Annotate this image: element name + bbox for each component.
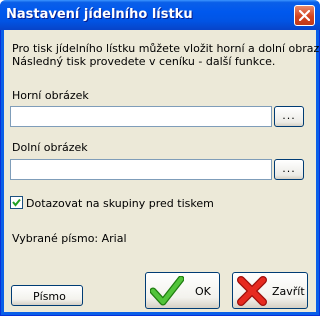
ask-groups-label[interactable]: Dotazovat na skupiny pred tiskem xyxy=(26,197,214,210)
font-info: Vybrané písmo: Arial xyxy=(12,232,127,245)
description-line-2: Následný tisk provedete v ceníku - další… xyxy=(12,55,276,68)
description-line-1: Pro tisk jídelního lístku můžete vložit … xyxy=(12,42,320,55)
ask-groups-checkbox[interactable] xyxy=(10,196,23,209)
title-bar[interactable]: Nastavení jídelního lístku xyxy=(0,0,320,30)
ok-button[interactable]: OK xyxy=(145,272,220,309)
bottom-image-browse-button[interactable]: ... xyxy=(274,159,304,180)
close-button[interactable]: Zavřít xyxy=(232,272,308,309)
top-image-label: Horní obrázek xyxy=(12,89,89,102)
font-button[interactable]: Písmo xyxy=(11,285,83,306)
window-border-bottom xyxy=(1,312,319,315)
window-title: Nastavení jídelního lístku xyxy=(6,7,193,22)
close-button-label: Zavřít xyxy=(272,285,305,298)
font-button-label: Písmo xyxy=(33,290,66,303)
dialog-window: Nastavení jídelního lístku Pro tisk jíde… xyxy=(0,0,320,316)
check-mark-icon xyxy=(12,198,21,207)
close-icon xyxy=(299,10,310,21)
ok-button-label: OK xyxy=(195,285,211,298)
top-image-input[interactable] xyxy=(10,106,272,127)
bottom-image-input[interactable] xyxy=(10,159,272,180)
check-icon xyxy=(150,276,184,306)
window-border-left xyxy=(1,30,4,313)
top-image-browse-button[interactable]: ... xyxy=(274,106,304,127)
bottom-image-label: Dolní obrázek xyxy=(12,141,88,154)
window-border-right xyxy=(316,30,319,313)
x-icon xyxy=(237,276,267,306)
title-close-button[interactable] xyxy=(294,5,315,26)
